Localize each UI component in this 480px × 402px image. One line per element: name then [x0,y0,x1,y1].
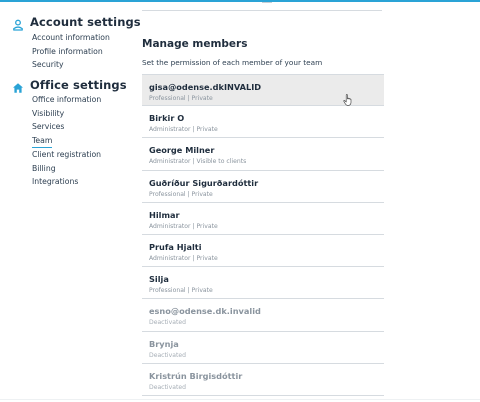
member-row[interactable]: Hilmar Administrator | Private [142,203,384,235]
member-name: Silja [149,274,169,285]
bottom-divider [0,399,480,400]
sidebar-item-visibility[interactable]: Visibility [32,109,64,118]
page-subtitle: Set the permission of each member of you… [142,58,323,67]
sidebar-item-security[interactable]: Security [32,60,64,69]
sidebar-item-profile-information[interactable]: Profile information [32,47,103,56]
member-meta: Professional | Private [149,95,213,102]
member-name: gisa@odense.dkINVALID [149,82,262,92]
member-name: Kristrún Birgisdóttir [149,370,243,381]
account-settings-title: Account settings [30,15,141,29]
member-meta: Deactivated [149,351,186,359]
user-icon [12,16,24,31]
member-meta: Administrator | Private [149,254,218,262]
settings-sidebar: Account settings Account information Pro… [0,0,141,402]
office-settings-header: Office settings [12,78,127,93]
member-name: Prufa Hjalti [149,241,202,252]
sidebar-item-integrations[interactable]: Integrations [32,177,78,186]
member-row[interactable]: Prufa Hjalti Administrator | Private [142,235,384,268]
sidebar-item-office-information[interactable]: Office information [32,95,101,104]
member-row[interactable]: Kristrún Birgisdóttir Deactivated [142,364,384,396]
member-list: gisa@odense.dkINVALID Professional | Pri… [142,74,384,396]
sidebar-item-team[interactable]: Team [32,136,53,148]
manage-members-panel: Manage members Set the permission of eac… [142,0,384,402]
sidebar-item-account-information[interactable]: Account information [32,33,110,42]
member-name: George Milner [149,145,215,156]
member-row[interactable]: Brynja Deactivated [142,332,384,364]
member-name: Guðríður Sigurðardóttir [149,177,259,188]
hand-cursor-icon [343,91,353,106]
member-meta: Deactivated [149,319,186,327]
member-meta: Administrator | Private [149,222,218,230]
office-settings-title: Office settings [30,78,127,92]
member-meta: Administrator | Private [149,126,218,134]
page-title: Manage members [142,38,248,50]
member-name: Brynja [149,338,179,349]
member-meta: Professional | Private [149,190,213,198]
member-row[interactable]: esno@odense.dk.invalid Deactivated [142,299,384,332]
sidebar-item-services[interactable]: Services [32,122,64,131]
member-meta: Professional | Private [149,287,213,295]
member-row[interactable]: Guðríður Sigurðardóttir Professional | P… [142,171,384,203]
top-divider [142,10,382,11]
member-row[interactable]: George Milner Administrator | Visible to… [142,138,384,171]
sidebar-item-billing[interactable]: Billing [32,164,56,173]
home-icon [12,79,24,93]
account-settings-header: Account settings [12,15,141,31]
member-name: esno@odense.dk.invalid [149,306,261,317]
member-meta: Deactivated [149,383,186,391]
member-meta: Administrator | Visible to clients [149,158,247,166]
member-name: Hilmar [149,209,180,220]
cut-off-element [262,0,272,3]
sidebar-item-client-registration[interactable]: Client registration [32,150,101,159]
member-row[interactable]: Silja Professional | Private [142,267,384,300]
member-name: Birkir O [149,113,185,124]
member-row[interactable]: Birkir O Administrator | Private [142,106,384,139]
